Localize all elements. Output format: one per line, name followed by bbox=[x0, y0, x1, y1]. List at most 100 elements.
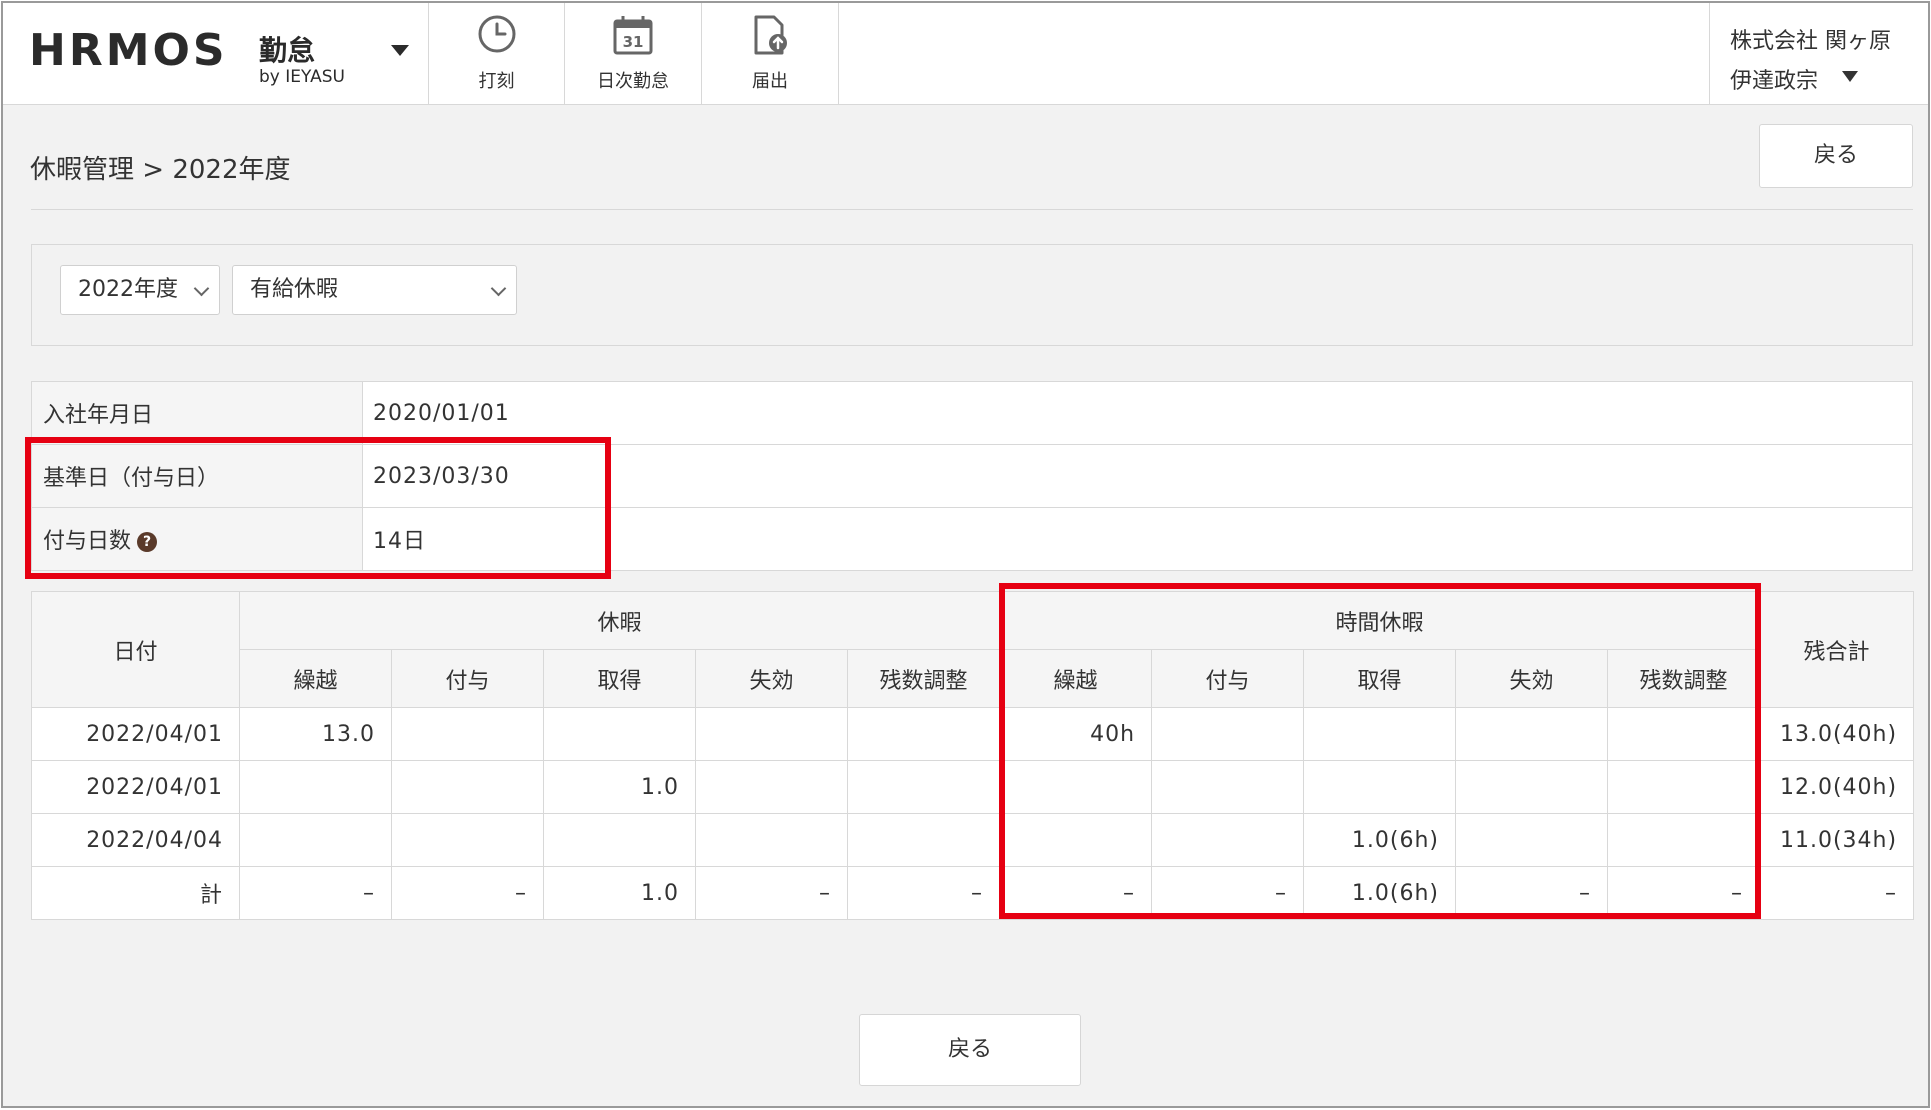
group-header-leave: 休暇 bbox=[238, 591, 1001, 650]
cell-date: 2022/04/01 bbox=[31, 707, 240, 761]
year-select[interactable]: 2022年度 bbox=[60, 265, 220, 315]
table-cell bbox=[1151, 813, 1305, 867]
info-label-cell: 付与日数? bbox=[31, 507, 363, 571]
nav-label: 届出 bbox=[752, 71, 788, 92]
table-row: 2022/04/01 13.0 40h 13.0(40h) bbox=[31, 707, 1915, 761]
table-cell bbox=[239, 760, 392, 814]
col-header-expired: 失効 bbox=[1455, 649, 1609, 708]
table-cell: – bbox=[846, 866, 1001, 920]
breadcrumb: 休暇管理 > 2022年度 bbox=[30, 155, 291, 185]
table-row: 2022/04/04 1.0(6h) 11.0(34h) bbox=[31, 813, 1915, 867]
app-window: HRMOS 勤怠 by IEYASU 打刻 31 日次勤怠 届出 株式会社 関ヶ… bbox=[1, 1, 1930, 1108]
nav-clock-in[interactable]: 打刻 bbox=[429, 3, 565, 105]
chevron-down-icon bbox=[193, 280, 210, 297]
table-cell bbox=[543, 813, 696, 867]
cell-date: 2022/04/01 bbox=[31, 760, 240, 814]
table-cell: 1.0(6h) bbox=[1303, 813, 1457, 867]
caret-down-icon[interactable] bbox=[391, 45, 409, 56]
table-cell bbox=[1455, 760, 1609, 814]
table-cell bbox=[1607, 760, 1761, 814]
col-header-date: 日付 bbox=[31, 591, 240, 708]
cell-date: 2022/04/04 bbox=[31, 813, 240, 867]
caret-down-icon[interactable] bbox=[1842, 71, 1858, 82]
table-cell: 1.0(6h) bbox=[1303, 866, 1457, 920]
logo-product-name: 勤怠 bbox=[259, 34, 316, 67]
table-cell bbox=[543, 707, 696, 761]
calendar-icon: 31 bbox=[611, 13, 655, 61]
cell-total-label: 計 bbox=[31, 866, 240, 920]
table-cell bbox=[846, 707, 1001, 761]
logo-byline: by IEYASU bbox=[259, 67, 345, 87]
table-cell: – bbox=[1607, 866, 1761, 920]
table-cell bbox=[695, 760, 848, 814]
cell-remaining: – bbox=[1759, 866, 1915, 920]
leave-ledger-table: 日付 休暇 時間休暇 残合計 繰越 付与 取得 失効 残数調整 繰越 付与 取得… bbox=[31, 591, 1915, 920]
table-cell bbox=[1151, 760, 1305, 814]
cell-remaining: 11.0(34h) bbox=[1759, 813, 1915, 867]
table-cell: – bbox=[695, 866, 848, 920]
table-cell bbox=[391, 760, 544, 814]
table-cell: – bbox=[239, 866, 392, 920]
col-header-adjust: 残数調整 bbox=[1607, 649, 1761, 708]
back-button[interactable]: 戻る bbox=[1759, 124, 1913, 188]
company-name: 株式会社 関ヶ原 bbox=[1730, 29, 1891, 54]
info-value: 2020/01/01 bbox=[362, 381, 1913, 445]
nav-daily-attendance[interactable]: 31 日次勤怠 bbox=[565, 3, 702, 105]
help-icon[interactable]: ? bbox=[137, 532, 158, 552]
col-header-granted: 付与 bbox=[1151, 649, 1305, 708]
nav-label: 日次勤怠 bbox=[597, 71, 669, 92]
user-name: 伊達政宗 bbox=[1730, 69, 1819, 94]
info-row: 入社年月日 2020/01/01 bbox=[31, 381, 1913, 445]
table-cell bbox=[999, 813, 1153, 867]
table-cell bbox=[695, 707, 848, 761]
info-row: 付与日数? 14日 bbox=[31, 507, 1913, 571]
table-cell: – bbox=[1455, 866, 1609, 920]
col-header-carryover: 繰越 bbox=[999, 649, 1153, 708]
table-cell bbox=[391, 707, 544, 761]
nav-label: 打刻 bbox=[478, 71, 515, 92]
chevron-down-icon bbox=[490, 280, 507, 297]
svg-text:31: 31 bbox=[623, 33, 644, 51]
table-cell bbox=[239, 813, 392, 867]
col-header-granted: 付与 bbox=[391, 649, 544, 708]
nav-requests[interactable]: 届出 bbox=[702, 3, 839, 105]
col-header-taken: 取得 bbox=[1303, 649, 1457, 708]
table-cell bbox=[1455, 813, 1609, 867]
leave-type-select[interactable]: 有給休暇 bbox=[232, 265, 517, 315]
employee-info-table: 入社年月日 2020/01/01 基準日（付与日） 2023/03/30 付与日… bbox=[31, 381, 1913, 571]
table-cell bbox=[391, 813, 544, 867]
info-value: 14日 bbox=[362, 507, 1913, 571]
table-cell bbox=[846, 760, 1001, 814]
info-label: 付与日数 bbox=[43, 529, 132, 554]
back-button-bottom[interactable]: 戻る bbox=[859, 1014, 1081, 1086]
table-row: 2022/04/01 1.0 12.0(40h) bbox=[31, 760, 1915, 814]
table-cell bbox=[1151, 707, 1305, 761]
info-label: 入社年月日 bbox=[31, 381, 363, 445]
table-cell: 1.0 bbox=[543, 760, 696, 814]
table-cell: – bbox=[391, 866, 544, 920]
total-row: 計 – – 1.0 – – – – 1.0(6h) – – – bbox=[31, 866, 1915, 920]
user-menu[interactable]: 株式会社 関ヶ原 伊達政宗 bbox=[1709, 3, 1928, 105]
info-value: 2023/03/30 bbox=[362, 444, 1913, 508]
product-switcher[interactable]: HRMOS 勤怠 by IEYASU bbox=[3, 3, 429, 105]
cell-remaining: 12.0(40h) bbox=[1759, 760, 1915, 814]
group-header-hourly: 時間休暇 bbox=[999, 591, 1761, 650]
table-cell: 1.0 bbox=[543, 866, 696, 920]
divider bbox=[31, 209, 1913, 210]
leave-type-select-value: 有給休暇 bbox=[250, 277, 339, 302]
table-cell: 40h bbox=[999, 707, 1153, 761]
document-upload-icon bbox=[748, 13, 792, 61]
header-row-groups: 日付 休暇 時間休暇 残合計 bbox=[31, 591, 1915, 708]
year-select-value: 2022年度 bbox=[78, 277, 178, 302]
table-cell bbox=[1607, 813, 1761, 867]
table-cell bbox=[846, 813, 1001, 867]
col-header-adjust: 残数調整 bbox=[846, 649, 1001, 708]
col-header-expired: 失効 bbox=[695, 649, 848, 708]
table-cell: – bbox=[999, 866, 1153, 920]
table-cell bbox=[999, 760, 1153, 814]
info-label: 基準日（付与日） bbox=[31, 444, 363, 508]
clock-icon bbox=[476, 13, 518, 59]
col-header-carryover: 繰越 bbox=[239, 649, 392, 708]
filter-panel: 2022年度 有給休暇 bbox=[31, 244, 1913, 346]
table-cell bbox=[1455, 707, 1609, 761]
